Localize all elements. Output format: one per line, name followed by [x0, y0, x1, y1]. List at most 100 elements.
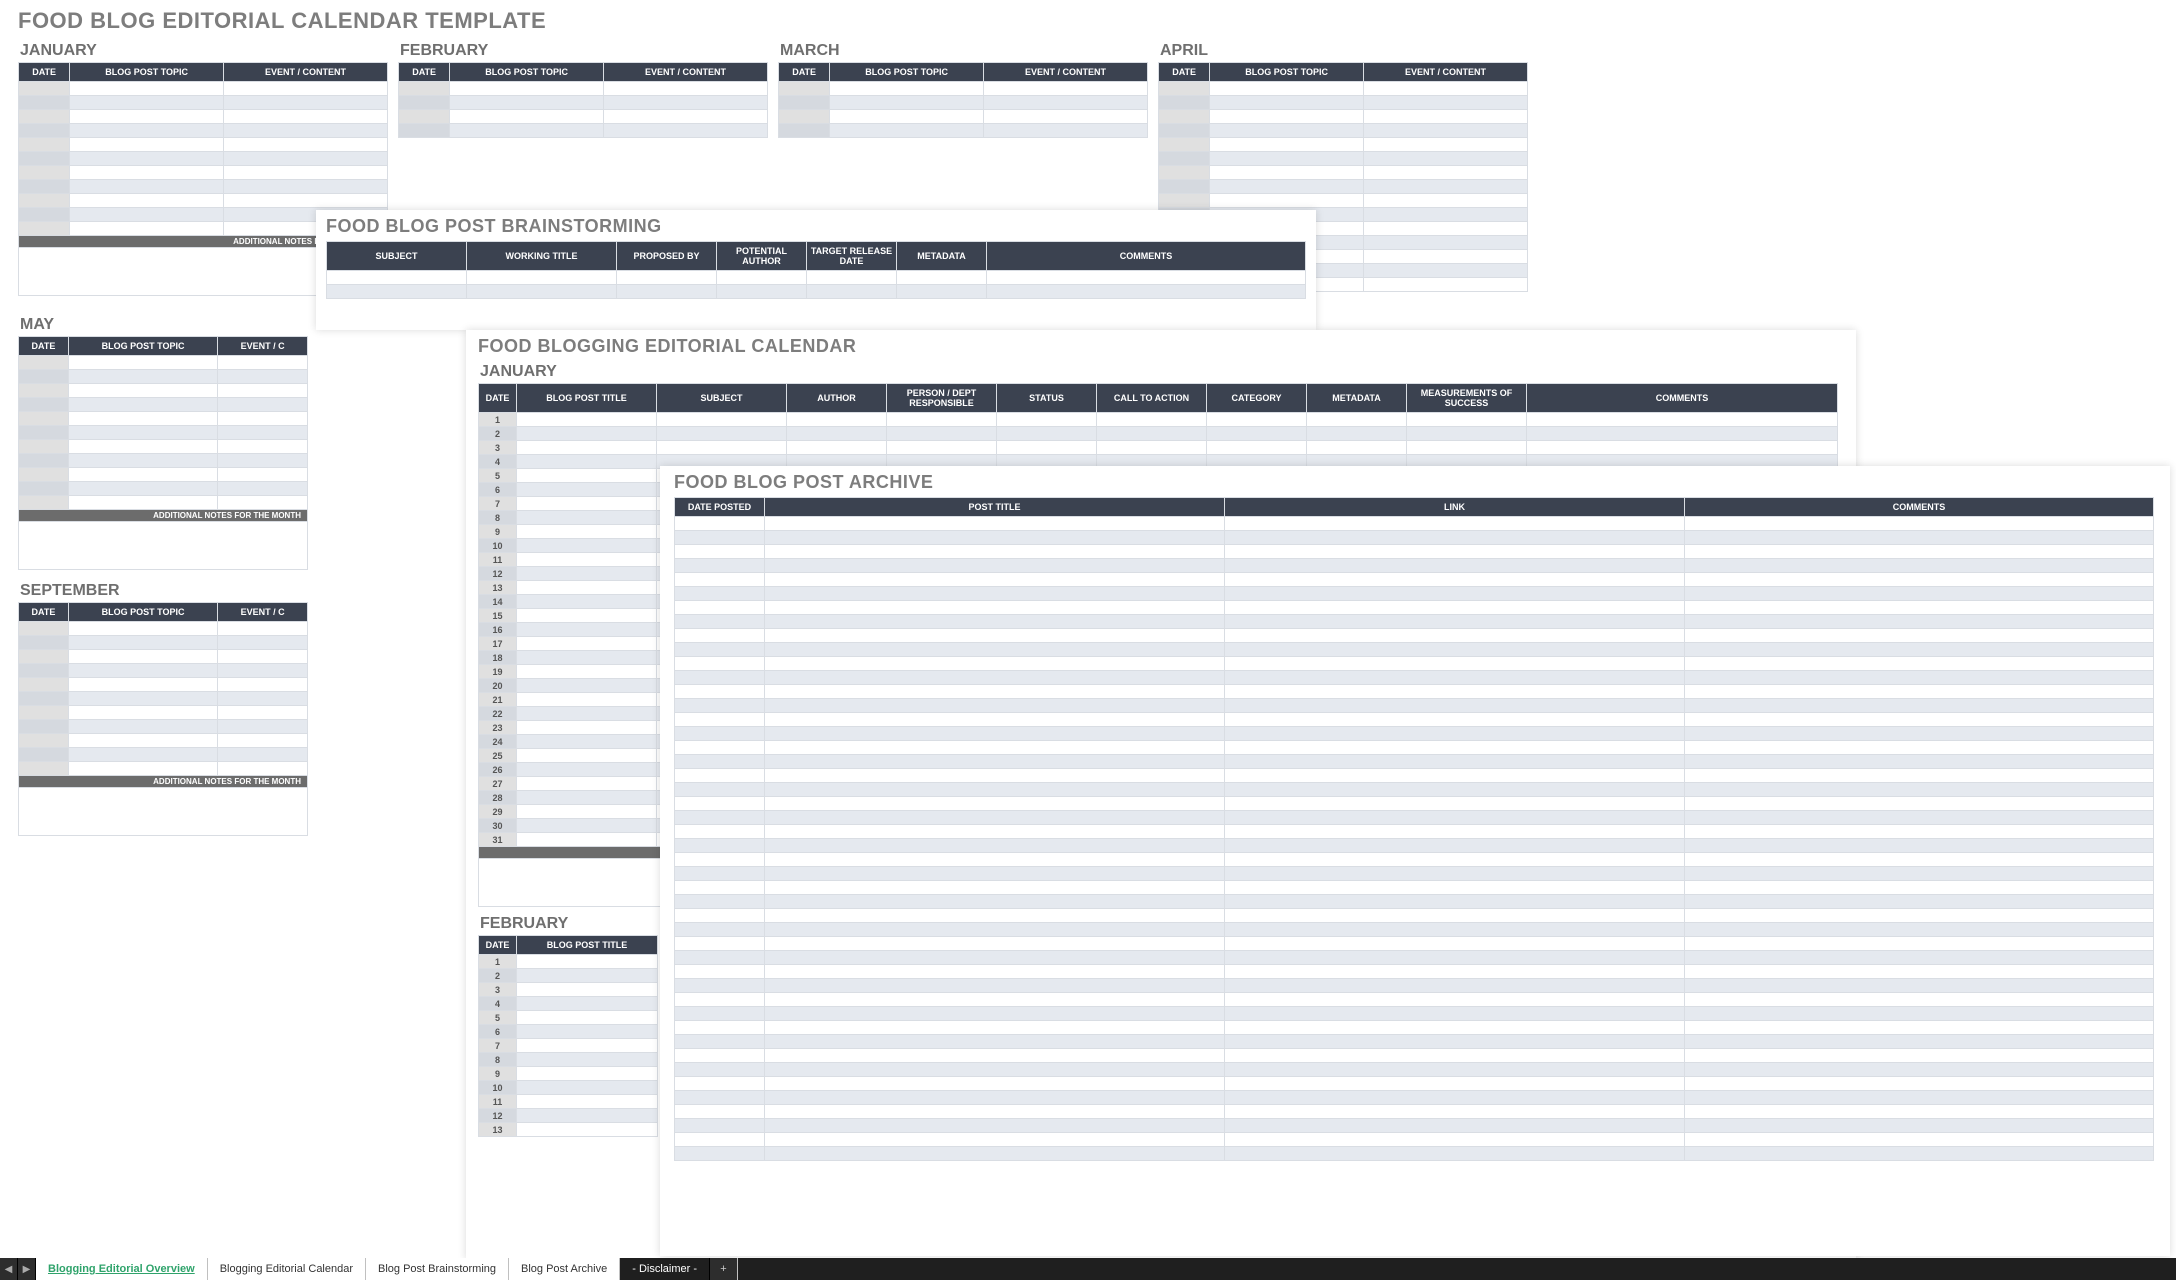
table-row — [675, 979, 2154, 993]
table-row — [675, 881, 2154, 895]
date-cell: 23 — [479, 721, 517, 735]
table-row — [675, 727, 2154, 741]
date-cell: 10 — [479, 539, 517, 553]
date-cell: 7 — [479, 497, 517, 511]
col-event: EVENT / CONTENT — [224, 63, 388, 82]
table-row — [675, 811, 2154, 825]
table-row — [675, 993, 2154, 1007]
table-row — [675, 1007, 2154, 1021]
date-cell: 8 — [479, 511, 517, 525]
tab-prev-button[interactable]: ◀ — [0, 1258, 18, 1280]
date-cell: 13 — [479, 1123, 517, 1137]
table-row — [675, 685, 2154, 699]
tab-blogging-editorial-overview[interactable]: Blogging Editorial Overview — [36, 1258, 208, 1280]
date-cell: 2 — [479, 427, 517, 441]
table-row — [675, 629, 2154, 643]
editorial-february-table: DATE BLOG POST TITLE 12345678910111213 — [478, 935, 658, 1137]
date-cell: 11 — [479, 553, 517, 567]
month-table: DATEBLOG POST TOPICEVENT / C ADDITIONAL … — [18, 602, 308, 836]
date-cell: 27 — [479, 777, 517, 791]
table-row — [675, 895, 2154, 909]
table-row — [675, 769, 2154, 783]
date-cell: 1 — [479, 955, 517, 969]
date-cell: 12 — [479, 567, 517, 581]
table-row — [675, 559, 2154, 573]
date-cell: 22 — [479, 707, 517, 721]
table-row — [675, 1049, 2154, 1063]
table-row — [675, 965, 2154, 979]
table-row — [675, 615, 2154, 629]
date-cell: 18 — [479, 651, 517, 665]
date-cell: 14 — [479, 595, 517, 609]
table-row — [675, 1119, 2154, 1133]
table-row — [675, 1063, 2154, 1077]
date-cell: 12 — [479, 1109, 517, 1123]
date-cell: 17 — [479, 637, 517, 651]
date-cell: 21 — [479, 693, 517, 707]
table-row — [675, 1035, 2154, 1049]
month-label: SEPTEMBER — [18, 580, 300, 602]
template-title: FOOD BLOG EDITORIAL CALENDAR TEMPLATE — [0, 0, 1540, 40]
date-cell: 11 — [479, 1095, 517, 1109]
table-row — [675, 643, 2154, 657]
date-cell: 10 — [479, 1081, 517, 1095]
layer-brainstorming: FOOD BLOG POST BRAINSTORMING SUBJECT WOR… — [316, 210, 1316, 330]
tab-add-button[interactable]: + — [710, 1258, 738, 1280]
date-cell: 1 — [479, 413, 517, 427]
table-row — [675, 1091, 2154, 1105]
date-cell: 13 — [479, 581, 517, 595]
table-row — [675, 741, 2154, 755]
table-row — [675, 1077, 2154, 1091]
month-block-may: MAY DATEBLOG POST TOPICEVENT / C ADDITIO… — [0, 296, 300, 570]
col-topic: BLOG POST TOPIC — [70, 63, 224, 82]
tab-blogging-editorial-calendar[interactable]: Blogging Editorial Calendar — [208, 1258, 366, 1280]
table-row — [675, 573, 2154, 587]
brainstorming-table: SUBJECT WORKING TITLE PROPOSED BY POTENT… — [326, 241, 1306, 299]
archive-table: DATE POSTED POST TITLE LINK COMMENTS — [674, 497, 2154, 1161]
date-cell: 5 — [479, 469, 517, 483]
date-cell: 31 — [479, 833, 517, 847]
table-row — [675, 657, 2154, 671]
date-cell: 6 — [479, 1025, 517, 1039]
date-cell: 4 — [479, 997, 517, 1011]
month-block-september: SEPTEMBER DATEBLOG POST TOPICEVENT / C A… — [0, 570, 300, 836]
table-row — [675, 951, 2154, 965]
month-label: JANUARY — [18, 40, 388, 62]
archive-title: FOOD BLOG POST ARCHIVE — [660, 466, 2170, 497]
date-cell: 16 — [479, 623, 517, 637]
tab-disclaimer[interactable]: - Disclaimer - — [620, 1258, 710, 1280]
tab-next-button[interactable]: ▶ — [18, 1258, 36, 1280]
table-row — [675, 867, 2154, 881]
table-row — [675, 1105, 2154, 1119]
table-row — [675, 825, 2154, 839]
month-table: DATEBLOG POST TOPICEVENT / CONTENT — [398, 62, 768, 138]
table-row — [675, 1147, 2154, 1161]
date-cell: 7 — [479, 1039, 517, 1053]
date-cell: 15 — [479, 609, 517, 623]
table-row — [675, 909, 2154, 923]
brainstorming-title: FOOD BLOG POST BRAINSTORMING — [316, 210, 1316, 241]
table-row — [675, 1021, 2154, 1035]
table-row — [675, 755, 2154, 769]
tab-blog-post-brainstorming[interactable]: Blog Post Brainstorming — [366, 1258, 509, 1280]
table-row — [675, 545, 2154, 559]
date-cell: 19 — [479, 665, 517, 679]
date-cell: 30 — [479, 819, 517, 833]
date-cell: 9 — [479, 525, 517, 539]
table-row — [675, 853, 2154, 867]
date-cell: 28 — [479, 791, 517, 805]
tab-blog-post-archive[interactable]: Blog Post Archive — [509, 1258, 620, 1280]
table-row — [675, 797, 2154, 811]
date-cell: 29 — [479, 805, 517, 819]
month-label-january: JANUARY — [478, 361, 1844, 383]
layer-archive: FOOD BLOG POST ARCHIVE DATE POSTED POST … — [660, 466, 2170, 1256]
month-label: APRIL — [1158, 40, 1528, 62]
table-row — [675, 699, 2154, 713]
date-cell: 26 — [479, 763, 517, 777]
table-row — [675, 783, 2154, 797]
sheet-tab-bar: ◀ ▶ Blogging Editorial Overview Blogging… — [0, 1258, 2176, 1280]
month-label: MARCH — [778, 40, 1148, 62]
date-cell: 25 — [479, 749, 517, 763]
date-cell: 24 — [479, 735, 517, 749]
table-row — [675, 587, 2154, 601]
